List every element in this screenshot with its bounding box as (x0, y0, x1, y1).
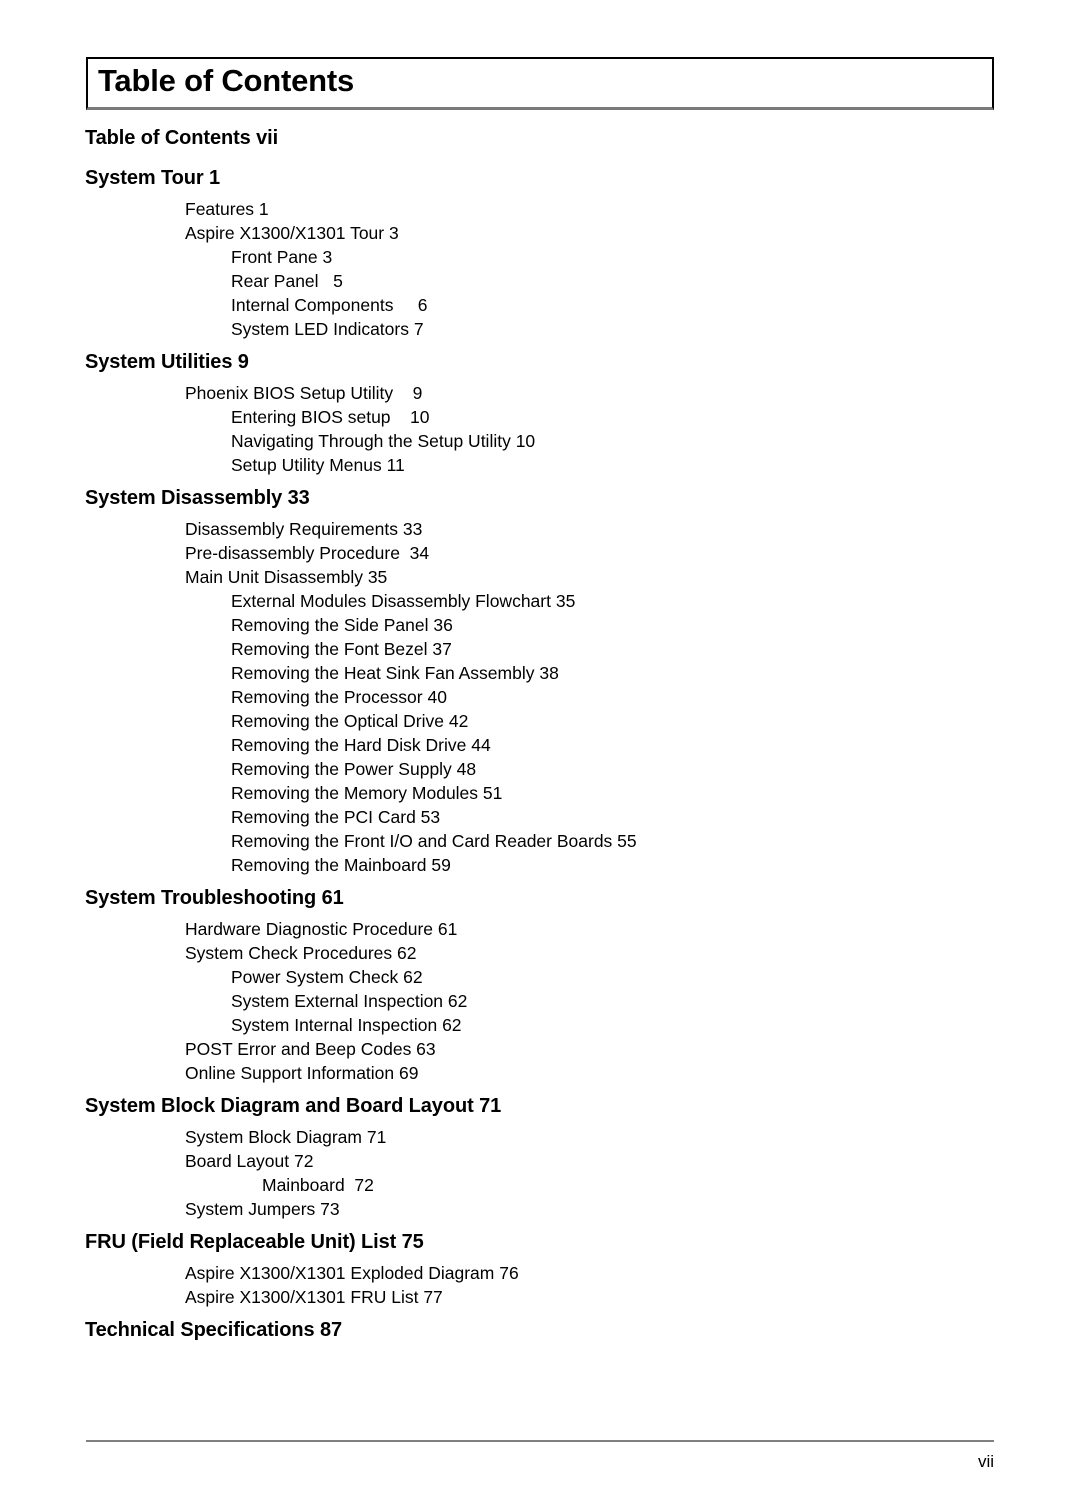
footer-page-number: vii (977, 1452, 994, 1471)
toc-entry[interactable]: System LED Indicators 7 (231, 314, 1080, 338)
toc-entry[interactable]: Removing the Heat Sink Fan Assembly 38 (231, 658, 1080, 682)
toc-heading[interactable]: System Block Diagram and Board Layout 71 (85, 1082, 1080, 1122)
toc-entry[interactable]: Navigating Through the Setup Utility 10 (231, 426, 1080, 450)
toc-entry[interactable]: Aspire X1300/X1301 Tour 3 (185, 218, 1080, 242)
toc-entry[interactable]: Removing the Font Bezel 37 (231, 634, 1080, 658)
toc-entry[interactable]: Rear Panel 5 (231, 266, 1080, 290)
toc-heading[interactable]: Technical Specifications 87 (85, 1306, 1080, 1346)
toc-entry[interactable]: System Jumpers 73 (185, 1194, 1080, 1218)
toc-entry[interactable]: System Check Procedures 62 (185, 938, 1080, 962)
toc-entry[interactable]: Features 1 (185, 194, 1080, 218)
toc-entry[interactable]: Removing the Processor 40 (231, 682, 1080, 706)
toc-entry[interactable]: Removing the Hard Disk Drive 44 (231, 730, 1080, 754)
toc-entry[interactable]: System Internal Inspection 62 (231, 1010, 1080, 1034)
toc-entry[interactable]: Setup Utility Menus 11 (231, 450, 1080, 474)
toc-entry[interactable]: System Block Diagram 71 (185, 1122, 1080, 1146)
toc-entry[interactable]: Front Pane 3 (231, 242, 1080, 266)
toc-entry[interactable]: Internal Components 6 (231, 290, 1080, 314)
toc-entry[interactable]: Entering BIOS setup 10 (231, 402, 1080, 426)
toc-entry[interactable]: Main Unit Disassembly 35 (185, 562, 1080, 586)
page-title-box: Table of Contents (86, 57, 994, 110)
toc-heading[interactable]: FRU (Field Replaceable Unit) List 75 (85, 1218, 1080, 1258)
toc-entry[interactable]: Board Layout 72 (185, 1146, 1080, 1170)
toc-entry[interactable]: Removing the Memory Modules 51 (231, 778, 1080, 802)
toc-entry[interactable]: POST Error and Beep Codes 63 (185, 1034, 1080, 1058)
toc-entry[interactable]: Removing the Side Panel 36 (231, 610, 1080, 634)
toc-entry[interactable]: Online Support Information 69 (185, 1058, 1080, 1082)
toc-entry[interactable]: Pre-disassembly Procedure 34 (185, 538, 1080, 562)
toc-heading[interactable]: System Tour 1 (85, 154, 1080, 194)
toc-heading[interactable]: System Utilities 9 (85, 338, 1080, 378)
toc-entry[interactable]: Removing the Optical Drive 42 (231, 706, 1080, 730)
toc-entry[interactable]: Removing the PCI Card 53 (231, 802, 1080, 826)
toc-heading[interactable]: Table of Contents vii (85, 126, 1080, 154)
toc-entry[interactable]: External Modules Disassembly Flowchart 3… (231, 586, 1080, 610)
footer-divider (86, 1440, 994, 1442)
toc-entry[interactable]: Aspire X1300/X1301 Exploded Diagram 76 (185, 1258, 1080, 1282)
toc-entry[interactable]: Disassembly Requirements 33 (185, 514, 1080, 538)
toc-entry[interactable]: Removing the Front I/O and Card Reader B… (231, 826, 1080, 850)
page-title: Table of Contents (98, 63, 355, 98)
document-page: Table of Contents Table of Contents vii S… (0, 0, 1080, 1512)
toc-entry[interactable]: Mainboard 72 (262, 1170, 1080, 1194)
toc-entry[interactable]: Removing the Mainboard 59 (231, 850, 1080, 874)
toc-entry[interactable]: Power System Check 62 (231, 962, 1080, 986)
toc-entry[interactable]: Aspire X1300/X1301 FRU List 77 (185, 1282, 1080, 1306)
toc-entry[interactable]: Phoenix BIOS Setup Utility 9 (185, 378, 1080, 402)
toc-entry[interactable]: Hardware Diagnostic Procedure 61 (185, 914, 1080, 938)
table-of-contents-list: Table of Contents vii System Tour 1 Featur… (0, 126, 1080, 1346)
toc-heading[interactable]: System Troubleshooting 61 (85, 874, 1080, 914)
toc-heading[interactable]: System Disassembly 33 (85, 474, 1080, 514)
toc-entry[interactable]: System External Inspection 62 (231, 986, 1080, 1010)
toc-entry[interactable]: Removing the Power Supply 48 (231, 754, 1080, 778)
